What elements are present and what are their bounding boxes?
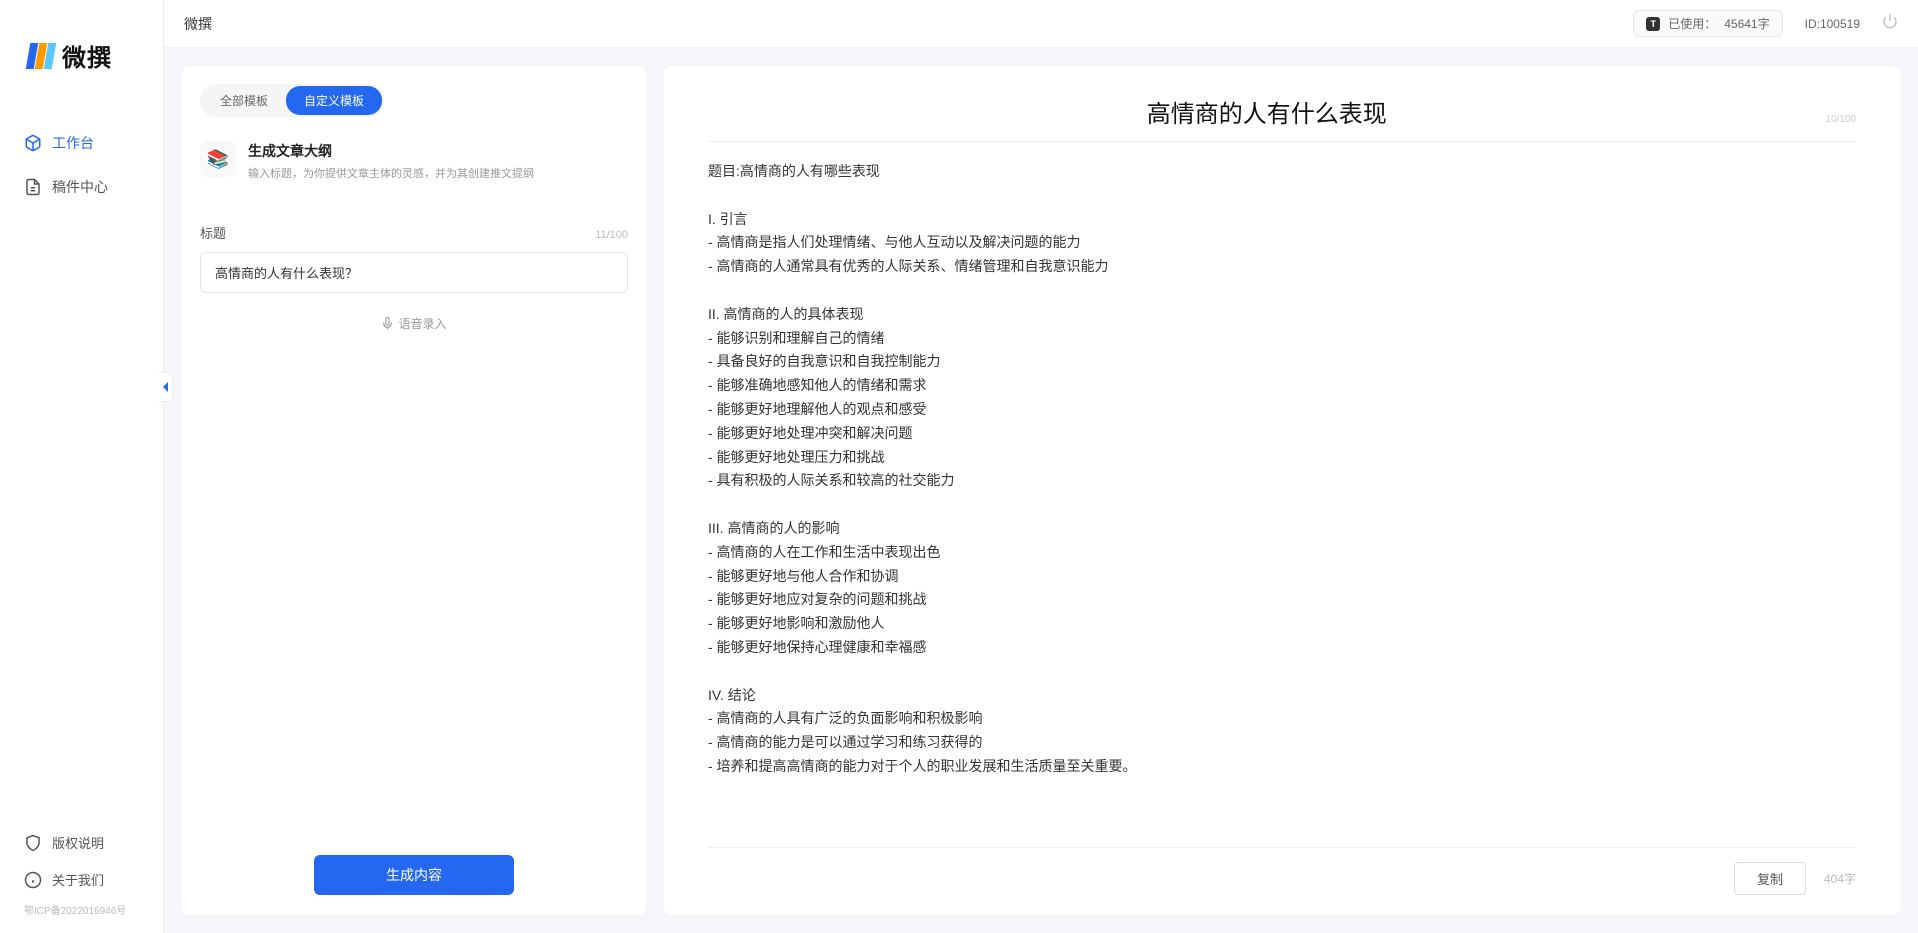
nav-item-workspace[interactable]: 工作台 bbox=[0, 123, 163, 163]
generate-button[interactable]: 生成内容 bbox=[314, 855, 514, 895]
text-icon: T bbox=[1646, 17, 1660, 31]
microphone-icon bbox=[381, 317, 394, 330]
copy-button[interactable]: 复制 bbox=[1734, 862, 1806, 895]
page-title: 微撰 bbox=[184, 14, 212, 34]
nav-item-label: 稿件中心 bbox=[52, 177, 108, 197]
nav-item-about[interactable]: 关于我们 bbox=[0, 861, 163, 898]
nav-item-label: 版权说明 bbox=[52, 833, 104, 852]
document-icon bbox=[24, 178, 42, 196]
main-nav: 工作台 稿件中心 bbox=[0, 93, 163, 207]
main-area: 微撰 T 已使用： 45641字 ID:100519 全部模板 自定义模板 bbox=[164, 0, 1918, 933]
word-count: 404字 bbox=[1824, 870, 1856, 887]
output-panel: 高情商的人有什么表现 10/100 题目:高情商的人有哪些表现 I. 引言 - … bbox=[664, 66, 1900, 915]
usage-prefix: 已使用： bbox=[1668, 15, 1716, 32]
nav-item-label: 关于我们 bbox=[52, 870, 104, 889]
nav-item-drafts[interactable]: 稿件中心 bbox=[0, 167, 163, 207]
template-tabs: 全部模板 自定义模板 bbox=[200, 84, 384, 117]
nav-item-copyright[interactable]: 版权说明 bbox=[0, 824, 163, 861]
voice-hint-text: 语音录入 bbox=[398, 315, 446, 332]
template-icon: 📚 bbox=[200, 141, 236, 177]
cube-icon bbox=[24, 134, 42, 152]
sidebar-footer: 版权说明 关于我们 鄂ICP备2022016946号 bbox=[0, 824, 163, 933]
shield-icon bbox=[24, 834, 42, 852]
template-description: 输入标题，为你提供文章主体的灵感，并为其创建推文提纲 bbox=[248, 165, 534, 181]
topbar: 微撰 T 已使用： 45641字 ID:100519 bbox=[164, 0, 1918, 48]
logo-icon bbox=[28, 43, 54, 69]
usage-pill[interactable]: T 已使用： 45641字 bbox=[1633, 10, 1782, 37]
nav-item-label: 工作台 bbox=[52, 133, 94, 153]
workspace: 全部模板 自定义模板 📚 生成文章大纲 输入标题，为你提供文章主体的灵感，并为其… bbox=[164, 48, 1918, 933]
icp-text: 鄂ICP备2022016946号 bbox=[0, 898, 163, 923]
chevron-left-icon bbox=[162, 382, 170, 392]
tab-all-templates[interactable]: 全部模板 bbox=[202, 86, 286, 115]
template-title: 生成文章大纲 bbox=[248, 141, 534, 161]
power-icon[interactable] bbox=[1882, 13, 1898, 34]
sidebar: 微撰 工作台 稿件中心 版权说明 关于我们 鄂ICP备2022016946号 bbox=[0, 0, 164, 933]
sidebar-collapse-handle[interactable] bbox=[159, 372, 173, 402]
template-card: 📚 生成文章大纲 输入标题，为你提供文章主体的灵感，并为其创建推文提纲 bbox=[200, 139, 628, 183]
title-char-count: 11/100 bbox=[595, 229, 628, 241]
info-icon bbox=[24, 871, 42, 889]
document-title[interactable]: 高情商的人有什么表现 bbox=[708, 94, 1825, 129]
tab-custom-templates[interactable]: 自定义模板 bbox=[286, 86, 382, 115]
doc-title-char-count: 10/100 bbox=[1825, 114, 1856, 125]
title-input[interactable] bbox=[200, 252, 628, 293]
title-field-label: 标题 bbox=[200, 223, 226, 242]
user-id: ID:100519 bbox=[1805, 17, 1860, 31]
config-panel: 全部模板 自定义模板 📚 生成文章大纲 输入标题，为你提供文章主体的灵感，并为其… bbox=[182, 66, 646, 915]
document-body[interactable]: 题目:高情商的人有哪些表现 I. 引言 - 高情商是指人们处理情绪、与他人互动以… bbox=[708, 160, 1856, 837]
usage-value: 45641字 bbox=[1724, 15, 1769, 32]
voice-input-button[interactable]: 语音录入 bbox=[200, 315, 628, 332]
logo-text: 微撰 bbox=[62, 38, 112, 73]
app-logo: 微撰 bbox=[0, 0, 163, 93]
